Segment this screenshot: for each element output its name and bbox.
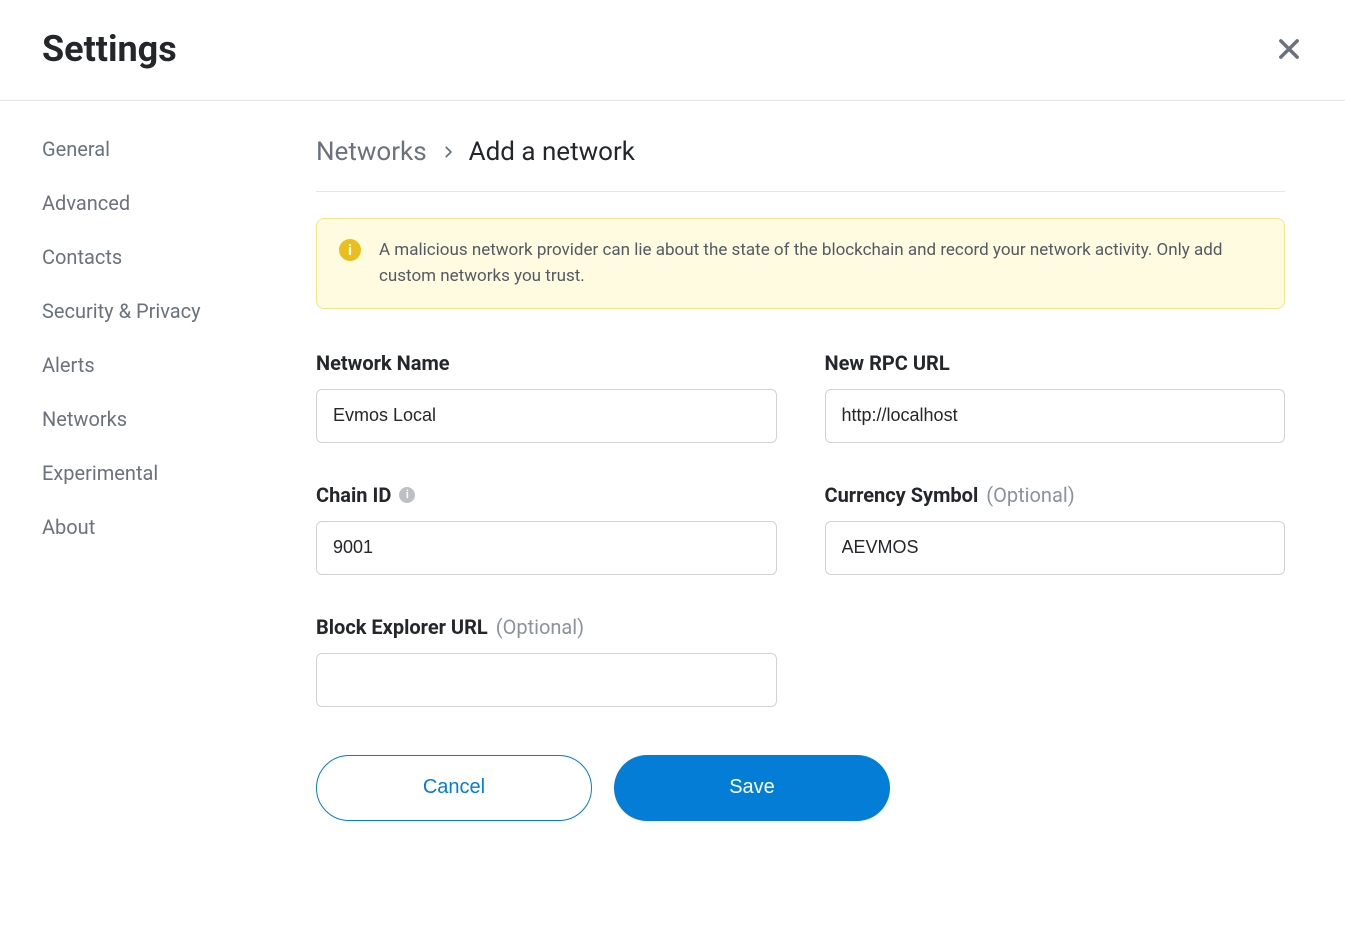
input-network-name[interactable] (316, 389, 777, 443)
settings-sidebar: General Advanced Contacts Security & Pri… (0, 137, 272, 821)
sidebar-item-alerts[interactable]: Alerts (42, 353, 272, 377)
input-rpc-url[interactable] (825, 389, 1286, 443)
settings-body: General Advanced Contacts Security & Pri… (0, 101, 1345, 821)
field-network-name: Network Name (316, 351, 777, 443)
form-actions: Cancel Save (316, 755, 1285, 821)
divider (316, 191, 1285, 192)
network-form: Network Name New RPC URL Chain ID i Curr… (316, 351, 1285, 707)
sidebar-item-about[interactable]: About (42, 515, 272, 539)
close-icon (1275, 35, 1303, 63)
breadcrumb: Networks Add a network (316, 137, 1285, 167)
label-rpc-url: New RPC URL (825, 351, 1286, 375)
label-currency-symbol-text: Currency Symbol (825, 483, 979, 507)
label-currency-symbol: Currency Symbol (Optional) (825, 483, 1286, 507)
field-block-explorer: Block Explorer URL (Optional) (316, 615, 777, 707)
field-rpc-url: New RPC URL (825, 351, 1286, 443)
field-currency-symbol: Currency Symbol (Optional) (825, 483, 1286, 575)
label-block-explorer: Block Explorer URL (Optional) (316, 615, 777, 639)
page-title: Settings (42, 28, 177, 70)
info-icon[interactable]: i (399, 487, 415, 503)
sidebar-item-contacts[interactable]: Contacts (42, 245, 272, 269)
settings-header: Settings (0, 0, 1345, 101)
input-block-explorer[interactable] (316, 653, 777, 707)
field-chain-id: Chain ID i (316, 483, 777, 575)
label-block-explorer-text: Block Explorer URL (316, 615, 488, 639)
label-network-name: Network Name (316, 351, 777, 375)
save-button[interactable]: Save (614, 755, 890, 821)
sidebar-item-general[interactable]: General (42, 137, 272, 161)
sidebar-item-security-privacy[interactable]: Security & Privacy (42, 299, 272, 323)
input-currency-symbol[interactable] (825, 521, 1286, 575)
settings-content: Networks Add a network i A malicious net… (272, 137, 1345, 821)
warning-text: A malicious network provider can lie abo… (379, 237, 1262, 290)
sidebar-item-experimental[interactable]: Experimental (42, 461, 272, 485)
cancel-button[interactable]: Cancel (316, 755, 592, 821)
close-button[interactable] (1275, 35, 1303, 63)
label-block-explorer-optional: (Optional) (496, 615, 584, 639)
breadcrumb-current: Add a network (469, 137, 635, 167)
sidebar-item-advanced[interactable]: Advanced (42, 191, 272, 215)
label-currency-symbol-optional: (Optional) (986, 483, 1074, 507)
label-chain-id: Chain ID i (316, 483, 777, 507)
sidebar-item-networks[interactable]: Networks (42, 407, 272, 431)
input-chain-id[interactable] (316, 521, 777, 575)
chevron-right-icon (441, 145, 455, 159)
warning-banner: i A malicious network provider can lie a… (316, 218, 1285, 309)
label-chain-id-text: Chain ID (316, 483, 391, 507)
breadcrumb-networks[interactable]: Networks (316, 137, 427, 167)
info-warning-icon: i (339, 239, 361, 261)
